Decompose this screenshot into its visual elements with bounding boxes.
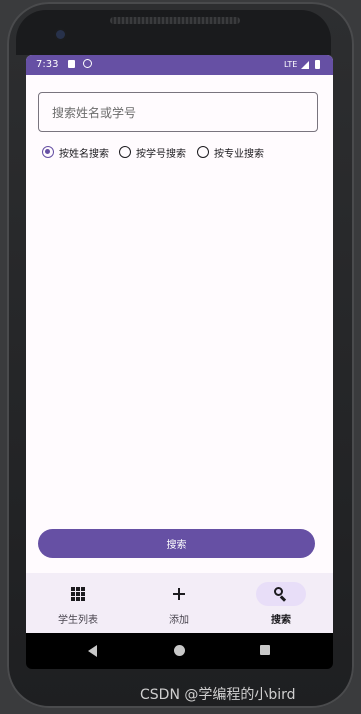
sd-card-icon xyxy=(68,60,75,68)
nav-item-add[interactable]: 添加 xyxy=(128,573,230,633)
recents-icon[interactable] xyxy=(260,645,270,655)
nav-label: 搜索 xyxy=(271,615,291,626)
grid-icon xyxy=(71,587,85,601)
radio-unchecked-icon xyxy=(197,146,209,158)
radio-search-by-major[interactable]: 按专业搜索 xyxy=(197,144,264,160)
speaker-grille xyxy=(110,17,240,24)
radio-unchecked-icon xyxy=(119,146,131,158)
nav-label: 添加 xyxy=(169,615,189,626)
system-navigation-bar xyxy=(26,633,333,669)
back-icon[interactable] xyxy=(88,645,97,657)
watermark: CSDN @学编程的小bird xyxy=(140,687,296,703)
nav-active-indicator xyxy=(256,582,306,606)
search-icon xyxy=(274,587,288,602)
radio-label: 按专业搜索 xyxy=(214,148,264,160)
app-screen: 7:33 LTE 按姓名搜索 按学号搜索 按专业搜索 搜索 xyxy=(26,55,333,633)
nav-item-student-list[interactable]: 学生列表 xyxy=(27,573,129,633)
radio-search-by-id[interactable]: 按学号搜索 xyxy=(119,144,186,160)
search-field[interactable] xyxy=(38,92,318,133)
search-input[interactable] xyxy=(50,93,304,133)
status-time: 7:33 xyxy=(36,59,59,70)
search-button[interactable]: 搜索 xyxy=(38,529,315,558)
battery-icon xyxy=(315,60,320,69)
network-type: LTE xyxy=(284,60,298,69)
nav-icon-container xyxy=(154,582,204,606)
radio-label: 按姓名搜索 xyxy=(59,148,109,160)
plus-icon xyxy=(173,588,185,600)
home-icon[interactable] xyxy=(174,645,185,656)
nav-icon-container xyxy=(53,582,103,606)
signal-icon xyxy=(301,61,309,69)
nav-label: 学生列表 xyxy=(58,615,98,626)
sync-icon xyxy=(83,59,92,68)
front-camera xyxy=(56,30,65,39)
radio-checked-icon xyxy=(42,146,54,158)
radio-search-by-name[interactable]: 按姓名搜索 xyxy=(42,144,109,160)
status-bar: 7:33 LTE xyxy=(26,55,333,75)
radio-label: 按学号搜索 xyxy=(136,148,186,160)
nav-item-search[interactable]: 搜索 xyxy=(230,573,332,633)
bottom-navigation: 学生列表 添加 搜索 xyxy=(26,573,333,633)
